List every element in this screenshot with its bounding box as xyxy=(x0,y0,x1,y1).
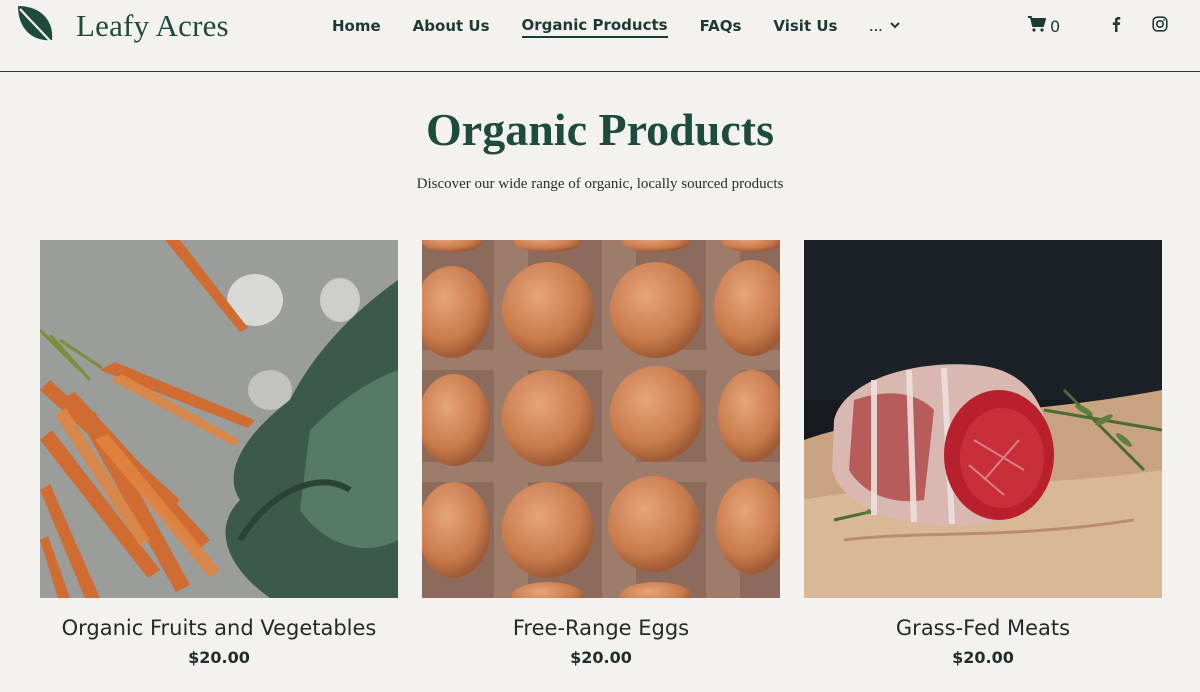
nav-organic-products[interactable]: Organic Products xyxy=(521,14,668,38)
nav-about-us[interactable]: About Us xyxy=(413,15,490,37)
product-card[interactable]: Free-Range Eggs $20.00 xyxy=(422,240,780,680)
cart-icon xyxy=(1028,15,1046,37)
nav-more-dropdown[interactable]: ... xyxy=(869,18,901,34)
page-subtitle: Discover our wide range of organic, loca… xyxy=(416,176,784,192)
product-name[interactable]: Organic Fruits and Vegetables xyxy=(40,614,398,642)
nav-faqs[interactable]: FAQs xyxy=(700,15,742,37)
instagram-link[interactable] xyxy=(1150,15,1170,37)
chevron-down-icon xyxy=(889,18,901,34)
product-price: $20.00 xyxy=(570,648,632,667)
product-name[interactable]: Free-Range Eggs xyxy=(422,614,780,642)
product-image-eggs[interactable] xyxy=(422,240,780,598)
product-name[interactable]: Grass-Fed Meats xyxy=(804,614,1162,642)
product-price: $20.00 xyxy=(188,648,250,667)
cart-count: 0 xyxy=(1050,16,1061,36)
product-price: $20.00 xyxy=(952,648,1014,667)
site-header: Leafy Acres Home About Us Organic Produc… xyxy=(0,0,1200,72)
main-nav: Home About Us Organic Products FAQs Visi… xyxy=(332,14,901,38)
nav-visit-us[interactable]: Visit Us xyxy=(773,15,837,37)
cart-button[interactable]: 0 xyxy=(1028,15,1060,37)
facebook-link[interactable] xyxy=(1106,15,1126,37)
brand-name: Leafy Acres xyxy=(76,8,229,43)
product-card[interactable]: Grass-Fed Meats $20.00 xyxy=(804,240,1162,680)
brand-home-link[interactable]: Leafy Acres xyxy=(12,4,229,48)
nav-more-label: ... xyxy=(869,18,884,34)
product-image-meat[interactable] xyxy=(804,240,1162,598)
facebook-icon xyxy=(1108,16,1124,37)
nav-home[interactable]: Home xyxy=(332,15,381,37)
page-title: Organic Products xyxy=(426,104,774,155)
product-card[interactable]: Organic Fruits and Vegetables $20.00 xyxy=(40,240,398,680)
leaf-icon xyxy=(12,2,56,51)
instagram-icon xyxy=(1152,15,1168,37)
product-image-carrots[interactable] xyxy=(40,240,398,598)
